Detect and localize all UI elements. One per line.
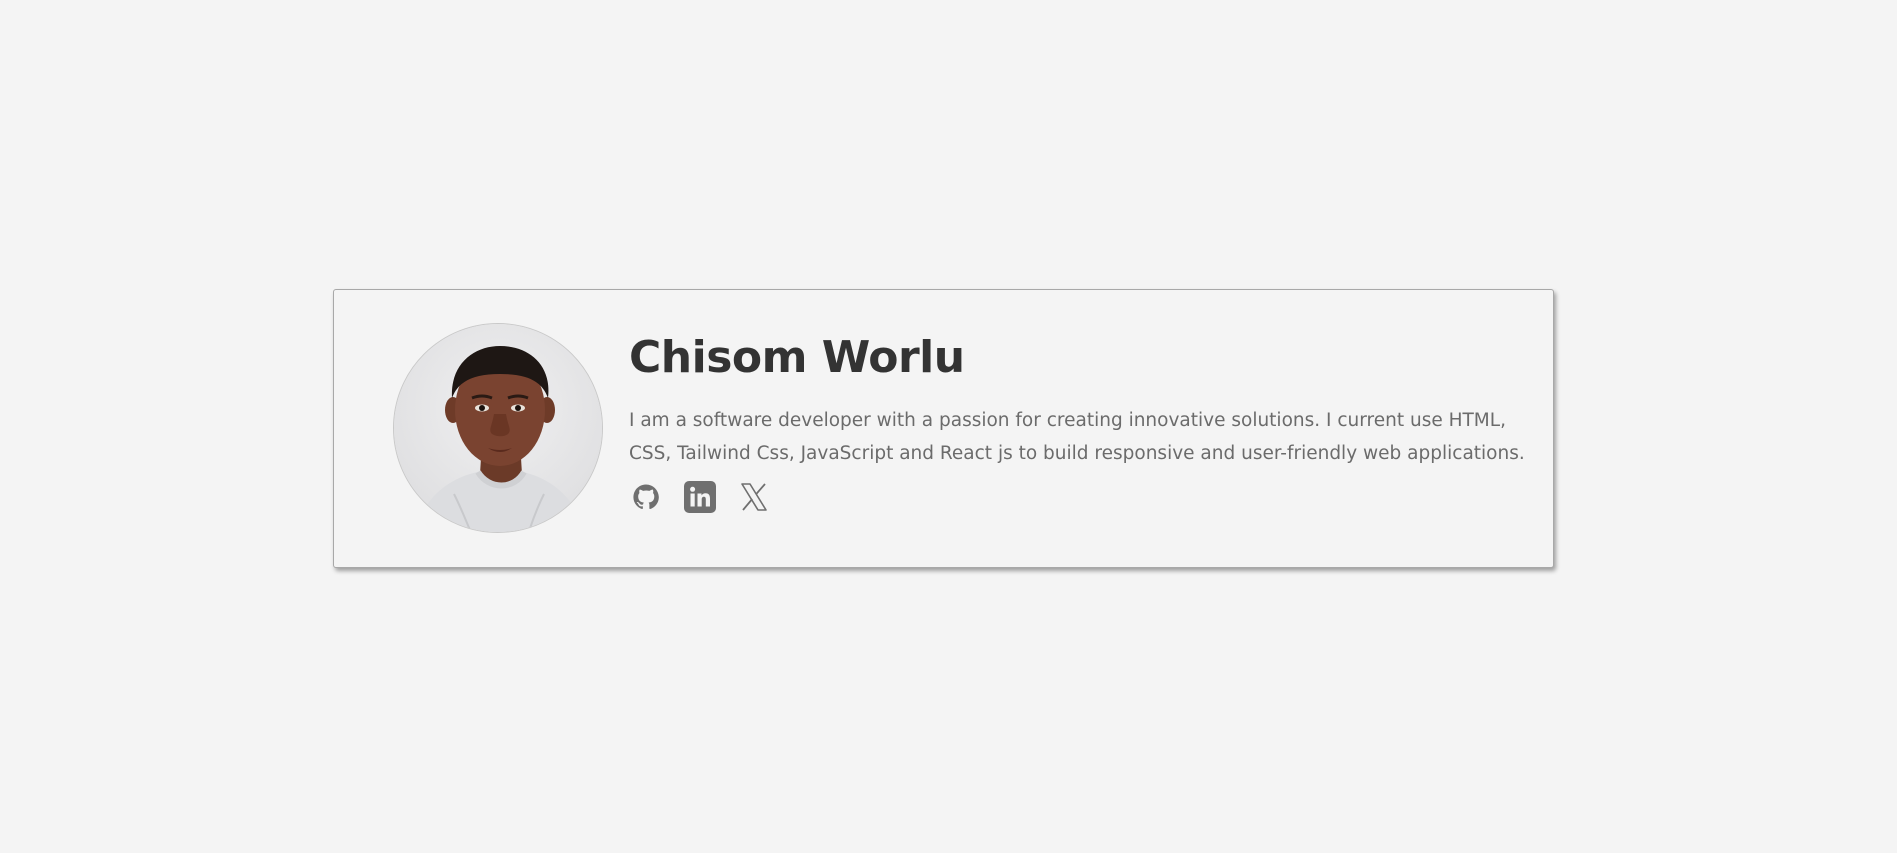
avatar — [393, 323, 603, 533]
github-link[interactable] — [630, 481, 662, 513]
linkedin-icon — [684, 480, 716, 513]
social-links — [630, 480, 1529, 513]
x-icon — [741, 482, 767, 511]
profile-card: Chisom Worlu I am a software developer w… — [333, 289, 1554, 568]
profile-bio: I am a software developer with a passion… — [629, 409, 1525, 464]
page: Chisom Worlu I am a software developer w… — [0, 0, 1897, 853]
profile-info: Chisom Worlu I am a software developer w… — [629, 332, 1529, 513]
x-link[interactable] — [738, 481, 770, 513]
github-icon — [633, 484, 659, 509]
avatar-photo — [394, 324, 602, 532]
linkedin-link[interactable] — [684, 480, 716, 513]
profile-name: Chisom Worlu — [629, 332, 965, 383]
